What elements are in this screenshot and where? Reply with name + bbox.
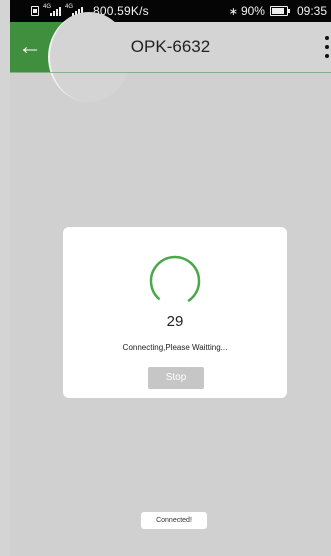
phone-screen: 4G 4G 800.59K/s ∗ 90% 09:35 ← OPK-6632 2… xyxy=(10,0,331,556)
loading-spinner-icon xyxy=(149,255,201,307)
more-vert-icon xyxy=(325,36,329,40)
toast-message: Connected! xyxy=(141,512,207,529)
status-bar: 4G 4G 800.59K/s ∗ 90% 09:35 xyxy=(10,0,331,22)
dialog-message: Connecting,Please Waitting... xyxy=(122,343,228,352)
page-title: OPK-6632 xyxy=(130,37,211,56)
sim-card-icon xyxy=(31,6,39,16)
battery-percent: 90% xyxy=(240,4,265,18)
countdown-value: 29 xyxy=(166,313,184,330)
connecting-dialog: 29 Connecting,Please Waitting... Stop xyxy=(63,227,287,398)
bluetooth-icon: ∗ xyxy=(228,5,238,18)
more-options-button[interactable] xyxy=(323,36,331,58)
battery-icon xyxy=(269,6,290,16)
status-time: 09:35 xyxy=(296,4,327,18)
signal-strength-icon: 4G xyxy=(43,4,61,16)
app-bar-divider xyxy=(10,72,331,73)
stop-button[interactable]: Stop xyxy=(148,367,204,389)
